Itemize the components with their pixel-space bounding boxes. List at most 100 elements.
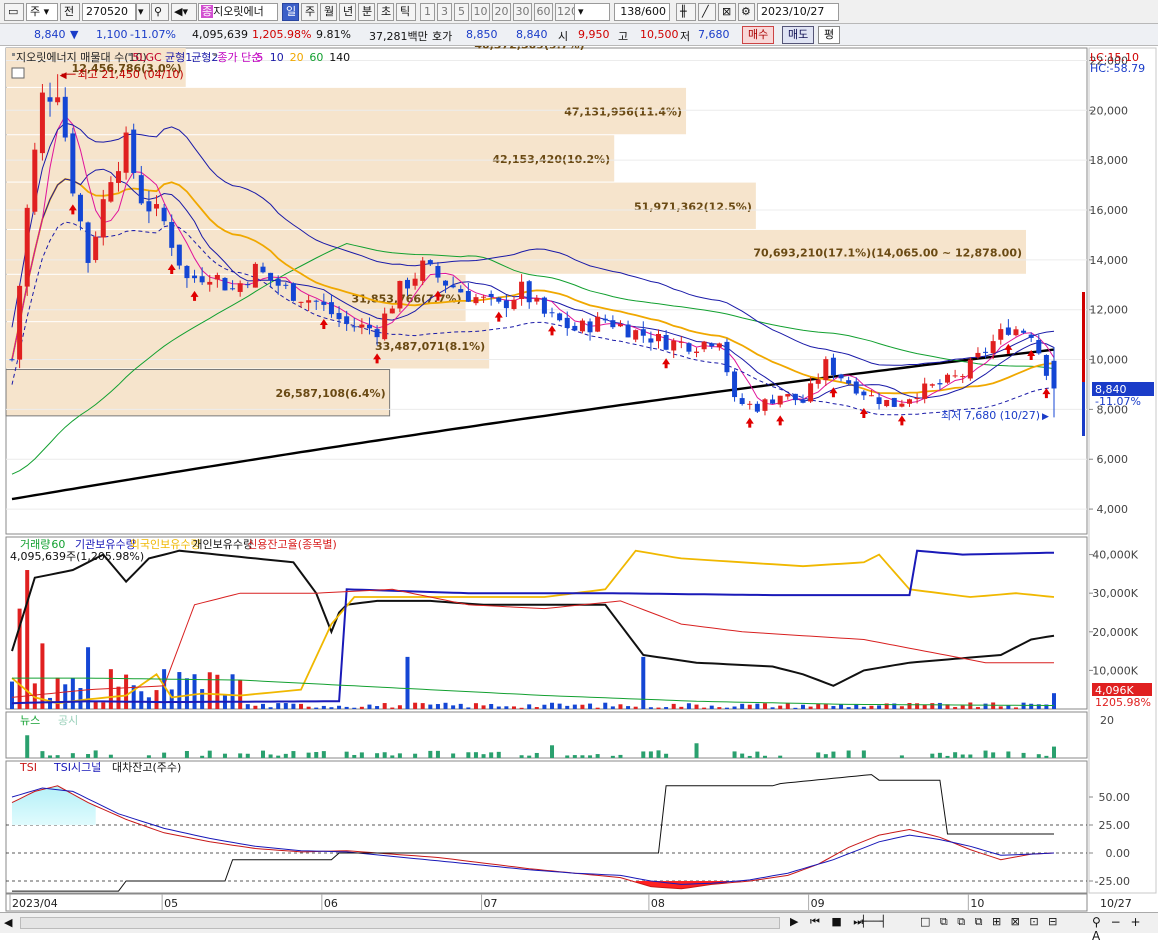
candle-body[interactable] [868, 395, 874, 397]
candle-body[interactable] [625, 324, 631, 338]
candle-body[interactable] [511, 299, 517, 310]
tab-year[interactable]: 년 [339, 3, 356, 21]
tab-week[interactable]: 주 [301, 3, 318, 21]
candle-body[interactable] [952, 375, 958, 377]
candle-body[interactable] [739, 398, 745, 405]
candle-body[interactable] [108, 182, 114, 202]
candle-body[interactable] [138, 175, 144, 204]
candle-body[interactable] [123, 132, 129, 173]
eval-button[interactable]: 평 [818, 26, 841, 44]
candle-body[interactable] [838, 374, 844, 379]
candle-body[interactable] [967, 359, 973, 379]
candle-body[interactable] [1021, 330, 1027, 333]
candle-body[interactable] [313, 300, 319, 302]
candle-body[interactable] [701, 341, 707, 350]
tab-month[interactable]: 월 [320, 3, 337, 21]
candle-body[interactable] [846, 380, 852, 384]
candle-body[interactable] [694, 351, 700, 353]
stock-name-field[interactable]: 종지오릿에너 [198, 3, 278, 21]
candle-body[interactable] [929, 384, 935, 386]
interval-button-30[interactable]: 30 [513, 3, 532, 21]
candle-body[interactable] [557, 313, 563, 321]
candle-body[interactable] [815, 379, 821, 384]
candle-body[interactable] [222, 277, 228, 291]
candle-body[interactable] [754, 403, 760, 412]
candle-body[interactable] [9, 359, 15, 361]
candle-body[interactable] [823, 359, 829, 381]
candle-body[interactable] [1028, 334, 1034, 338]
candle-body[interactable] [1043, 354, 1049, 376]
candle-body[interactable] [169, 221, 175, 248]
code-dropdown-icon[interactable]: ▾ [136, 3, 150, 21]
horizontal-scrollbar[interactable] [20, 917, 780, 929]
candle-body[interactable] [496, 297, 502, 302]
compare-icon[interactable]: ⊠ [718, 3, 736, 21]
period-type-select[interactable]: 주 ▾ [26, 3, 58, 21]
candle-body[interactable] [146, 201, 152, 212]
candle-body[interactable] [192, 275, 198, 279]
candle-body[interactable] [610, 320, 616, 328]
layout-icons[interactable]: □ ⧉ ⧉ ⧉ ⊞ ⊠ ⊡ ⊟ [920, 915, 1060, 929]
candle-body[interactable] [770, 399, 776, 404]
candle-body[interactable] [17, 285, 23, 360]
candle-body[interactable] [328, 302, 334, 315]
tsi-panel[interactable] [5, 760, 1088, 894]
candle-body[interactable] [252, 263, 258, 288]
candle-body[interactable] [100, 199, 106, 238]
candle-body[interactable] [541, 297, 547, 314]
candle-body[interactable] [47, 97, 53, 102]
candle-body[interactable] [602, 318, 608, 321]
candle-body[interactable] [450, 285, 456, 288]
candle-body[interactable] [24, 207, 30, 287]
candle-body[interactable] [633, 330, 639, 340]
candle-body[interactable] [686, 343, 692, 352]
candle-body[interactable] [488, 293, 494, 298]
candle-body[interactable] [275, 278, 281, 286]
candle-body[interactable] [716, 343, 722, 348]
candle-body[interactable] [298, 301, 304, 303]
candle-body[interactable] [70, 133, 76, 194]
candle-body[interactable] [199, 276, 205, 283]
candle-body[interactable] [131, 129, 137, 173]
candle-body[interactable] [884, 399, 890, 407]
candle-body[interactable] [937, 383, 943, 385]
candle-body[interactable] [998, 329, 1004, 340]
candle-body[interactable] [344, 316, 350, 324]
candle-body[interactable] [207, 281, 213, 285]
candle-body[interactable] [85, 222, 91, 263]
candle-body[interactable] [785, 394, 791, 397]
search-icon[interactable]: ⚲ [151, 3, 169, 21]
interval-button-5[interactable]: 5 [454, 3, 469, 21]
candle-body[interactable] [1013, 329, 1019, 336]
window-menu-icon[interactable]: ▭ [4, 3, 24, 21]
candle-body[interactable] [945, 374, 951, 383]
candle-body[interactable] [237, 283, 243, 292]
candle-body[interactable] [39, 92, 45, 154]
candle-body[interactable] [283, 284, 289, 286]
date-field[interactable]: 2023/10/27 [757, 3, 839, 21]
candle-body[interactable] [534, 297, 540, 302]
candle-body[interactable] [77, 194, 83, 222]
candle-body[interactable] [526, 281, 532, 303]
candle-body[interactable] [405, 279, 411, 289]
prev-button[interactable]: 전 [60, 3, 80, 21]
interval-button-1[interactable]: 1 [420, 3, 435, 21]
candle-body[interactable] [366, 324, 372, 329]
candle-body[interactable] [382, 313, 388, 340]
candle-body[interactable] [1036, 339, 1042, 354]
candle-body[interactable] [115, 171, 121, 183]
candle-body[interactable] [914, 398, 920, 400]
candle-body[interactable] [899, 403, 905, 407]
candle-body[interactable] [861, 391, 867, 396]
candle-body[interactable] [655, 333, 661, 342]
candle-body[interactable] [747, 403, 753, 405]
candle-body[interactable] [336, 312, 342, 320]
candle-body[interactable] [443, 280, 449, 286]
candle-body[interactable] [617, 324, 623, 327]
candle-body[interactable] [678, 341, 684, 343]
candle-body[interactable] [435, 266, 441, 278]
candle-body[interactable] [891, 397, 897, 407]
draw-icon[interactable]: ╱ [698, 3, 716, 21]
candle-body[interactable] [732, 371, 738, 398]
candle-body[interactable] [572, 325, 578, 331]
